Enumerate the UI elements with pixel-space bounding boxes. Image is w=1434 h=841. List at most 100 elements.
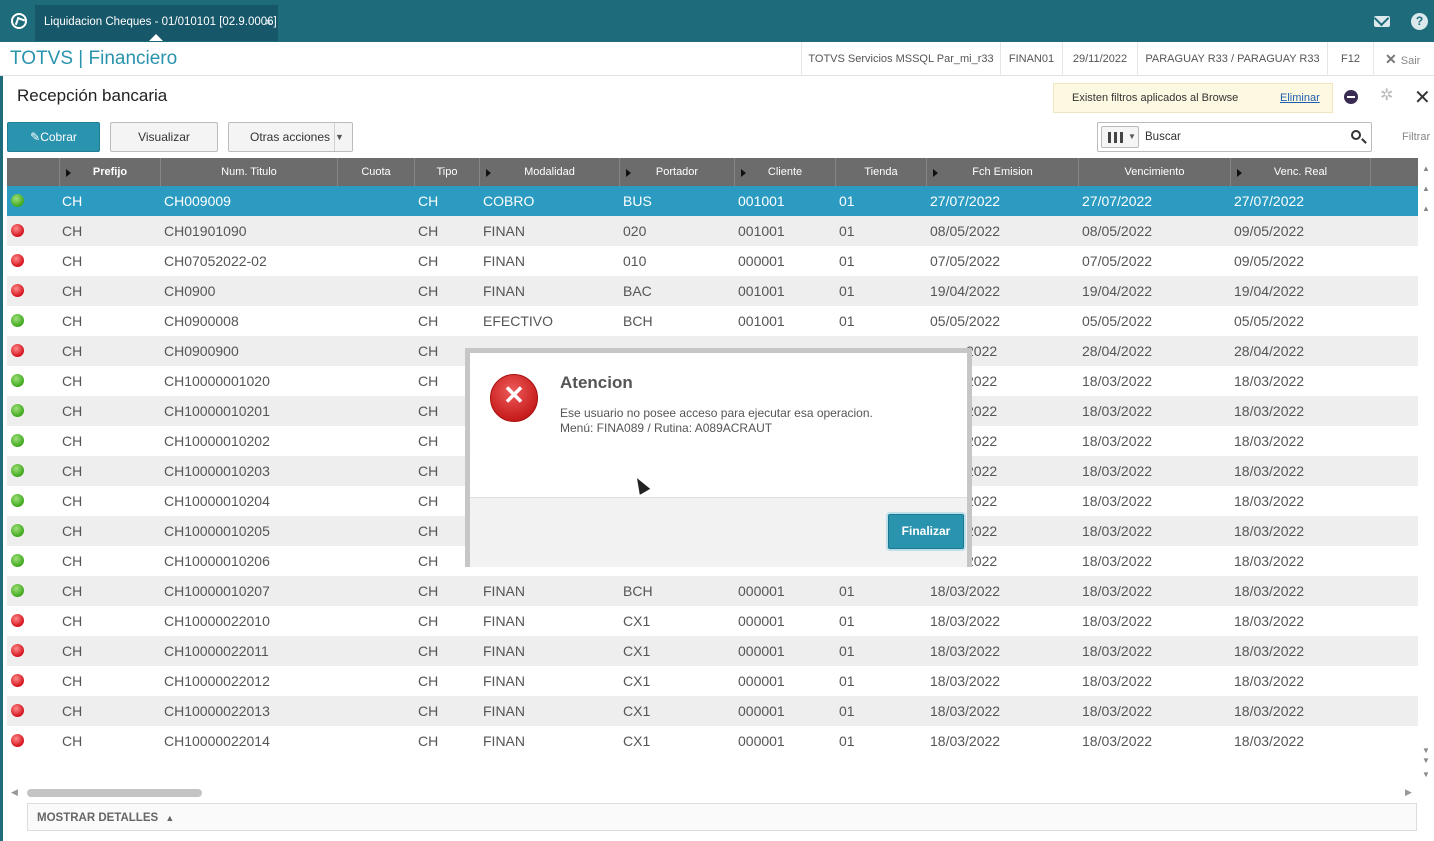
table-row[interactable]: CH CH10000022011 CH FINAN CX1 000001 01 18/03/2… bbox=[7, 636, 1418, 666]
cell-venc: 18/03/2022 bbox=[1082, 703, 1153, 719]
table-row[interactable]: CH CH07052022-02 CH FINAN 010 000001 01 07/05/2… bbox=[7, 246, 1418, 276]
columns-selector[interactable]: ▼ bbox=[1101, 126, 1139, 148]
scroll-top-icon[interactable]: ▲ bbox=[1421, 163, 1431, 175]
column-header-cliente[interactable]: Cliente bbox=[735, 158, 836, 186]
column-header-vencimiento[interactable]: Vencimiento bbox=[1079, 158, 1231, 186]
cell-cliente: 000001 bbox=[738, 673, 785, 689]
tab-title: Liquidacion Cheques - 01/010101 [02.9.00… bbox=[44, 16, 277, 28]
cell-num: CH01901090 bbox=[164, 223, 247, 239]
table-row[interactable]: CH CH0900 CH FINAN BAC 001001 01 19/04/2022 19/0… bbox=[7, 276, 1418, 306]
scroll-page-down-icon[interactable]: ▼ bbox=[1421, 755, 1431, 767]
column-header-fch-emision[interactable]: Fch Emision bbox=[927, 158, 1079, 186]
cell-vreal: 05/05/2022 bbox=[1234, 313, 1305, 329]
cell-vreal: 18/03/2022 bbox=[1234, 613, 1305, 629]
cell-cliente: 001001 bbox=[738, 193, 785, 209]
mail-icon[interactable] bbox=[1374, 16, 1390, 27]
mostrar-detalles-toggle[interactable]: MOSTRAR DETALLES ▲ bbox=[27, 803, 1417, 831]
column-header-prefijo[interactable]: Prefijo bbox=[60, 158, 161, 186]
column-label: Venc. Real bbox=[1273, 166, 1328, 178]
dropdown-arrow-icon[interactable]: ▼ bbox=[334, 123, 352, 151]
columns-icon bbox=[1108, 132, 1111, 143]
status-green-icon bbox=[11, 464, 24, 477]
otras-acciones-label: Otras acciones bbox=[250, 130, 331, 144]
cell-venc: 07/05/2022 bbox=[1082, 253, 1153, 269]
column-header-cuota[interactable]: Cuota bbox=[338, 158, 415, 186]
cell-tipo: CH bbox=[418, 613, 439, 629]
cell-num: CH07052022-02 bbox=[164, 253, 267, 269]
cell-emision: 07/05/2022 bbox=[930, 253, 1001, 269]
table-row[interactable]: CH CH009009 CH COBRO BUS 001001 01 27/07/2022 27… bbox=[7, 186, 1418, 216]
finalizar-button[interactable]: Finalizar bbox=[888, 514, 964, 549]
otras-acciones-button[interactable]: Otras acciones ▼ bbox=[228, 122, 353, 152]
scroll-up-icon[interactable]: ▲ bbox=[1421, 203, 1431, 215]
column-header-tipo[interactable]: Tipo bbox=[415, 158, 480, 186]
visualizar-button[interactable]: Visualizar bbox=[110, 122, 218, 152]
column-header-portador[interactable]: Portador bbox=[620, 158, 735, 186]
scroll-bottom-icon[interactable]: ▼ bbox=[1421, 769, 1431, 781]
cell-tipo: CH bbox=[418, 493, 439, 509]
table-row[interactable]: CH CH10000022014 CH FINAN CX1 000001 01 18/03/2… bbox=[7, 726, 1418, 756]
gear-icon[interactable]: ✲ bbox=[1380, 88, 1394, 104]
column-arrow-icon bbox=[741, 169, 746, 177]
table-row[interactable]: CH CH0900008 CH EFECTIVO BCH 001001 01 05/05/20… bbox=[7, 306, 1418, 336]
cell-vreal: 18/03/2022 bbox=[1234, 553, 1305, 569]
column-header-tienda[interactable]: Tienda bbox=[836, 158, 927, 186]
table-row[interactable]: CH CH10000022012 CH FINAN CX1 000001 01 18/03/2… bbox=[7, 666, 1418, 696]
totvs-logo-icon[interactable] bbox=[11, 13, 27, 29]
cell-emision: 08/05/2022 bbox=[930, 223, 1001, 239]
horizontal-scroll-thumb[interactable] bbox=[27, 789, 202, 797]
cobrar-button[interactable]: ✎Cobrar bbox=[7, 122, 100, 152]
column-label: Cuota bbox=[361, 166, 391, 178]
table-row[interactable]: CH CH10000010207 CH FINAN BCH 000001 01 18/03/2… bbox=[7, 576, 1418, 606]
help-icon[interactable]: ? bbox=[1411, 13, 1428, 30]
cell-tienda: 01 bbox=[839, 223, 855, 239]
minus-circle-icon[interactable] bbox=[1344, 90, 1358, 104]
column-header-modalidad[interactable]: Modalidad bbox=[480, 158, 620, 186]
column-arrow-icon bbox=[626, 169, 631, 177]
cell-prefijo: CH bbox=[62, 493, 83, 509]
mostrar-detalles-label: MOSTRAR DETALLES bbox=[37, 812, 159, 824]
tab-close-icon[interactable]: × bbox=[265, 15, 272, 29]
close-page-icon[interactable]: ✕ bbox=[1414, 85, 1431, 110]
column-label: Cliente bbox=[767, 166, 803, 178]
column-header-venc-real[interactable]: Venc. Real bbox=[1231, 158, 1371, 186]
cell-tipo: CH bbox=[418, 433, 439, 449]
scroll-left-icon[interactable]: ◀ bbox=[11, 787, 18, 798]
search-icon[interactable] bbox=[1351, 130, 1361, 140]
table-row[interactable]: CH CH01901090 CH FINAN 020 001001 01 08/05/2022… bbox=[7, 216, 1418, 246]
vertical-scrollbar[interactable]: ▲ ▲ ▲ ▼ ▼ ▼ bbox=[1418, 158, 1434, 784]
cell-cliente: 000001 bbox=[738, 613, 785, 629]
cell-emision: 18/03/2022 bbox=[930, 643, 1001, 659]
scroll-right-icon[interactable]: ▶ bbox=[1405, 787, 1412, 798]
horizontal-scrollbar[interactable]: ◀ ▶ bbox=[7, 786, 1418, 800]
status-green-icon bbox=[11, 494, 24, 507]
column-label: Portador bbox=[655, 166, 699, 178]
exit-button[interactable]: ✕ Sair bbox=[1385, 51, 1420, 68]
remove-filter-link[interactable]: Eliminar bbox=[1280, 92, 1320, 104]
cell-prefijo: CH bbox=[62, 523, 83, 539]
cell-prefijo: CH bbox=[62, 253, 83, 269]
cell-modalidad: FINAN bbox=[483, 673, 525, 689]
cell-prefijo: CH bbox=[62, 283, 83, 299]
column-header-num-titulo[interactable]: Num. Titulo bbox=[161, 158, 338, 186]
chevron-down-icon: ▼ bbox=[1128, 132, 1136, 141]
column-header-status[interactable] bbox=[7, 158, 60, 186]
top-bar: Liquidacion Cheques - 01/010101 [02.9.00… bbox=[0, 0, 1434, 42]
table-row[interactable]: CH CH10000022013 CH FINAN CX1 000001 01 18/03/2… bbox=[7, 696, 1418, 726]
status-green-icon bbox=[11, 314, 24, 327]
filtrar-link[interactable]: Filtrar bbox=[1402, 131, 1430, 143]
table-row[interactable]: CH CH10000022010 CH FINAN CX1 000001 01 18/03/2… bbox=[7, 606, 1418, 636]
cell-tipo: CH bbox=[418, 313, 439, 329]
tab-liquidacion-cheques[interactable]: Liquidacion Cheques - 01/010101 [02.9.00… bbox=[35, 5, 278, 41]
status-green-icon bbox=[11, 524, 24, 537]
cell-prefijo: CH bbox=[62, 373, 83, 389]
cell-cliente: 000001 bbox=[738, 253, 785, 269]
search-input[interactable]: Buscar bbox=[1145, 131, 1181, 143]
scroll-page-up-icon[interactable]: ▲ bbox=[1421, 183, 1431, 195]
cell-num: CH10000010204 bbox=[164, 493, 270, 509]
cell-cliente: 001001 bbox=[738, 283, 785, 299]
cell-tipo: CH bbox=[418, 253, 439, 269]
cell-vreal: 28/04/2022 bbox=[1234, 343, 1305, 359]
f12-key[interactable]: F12 bbox=[1327, 42, 1373, 76]
page-title: Recepción bancaria bbox=[17, 86, 168, 105]
